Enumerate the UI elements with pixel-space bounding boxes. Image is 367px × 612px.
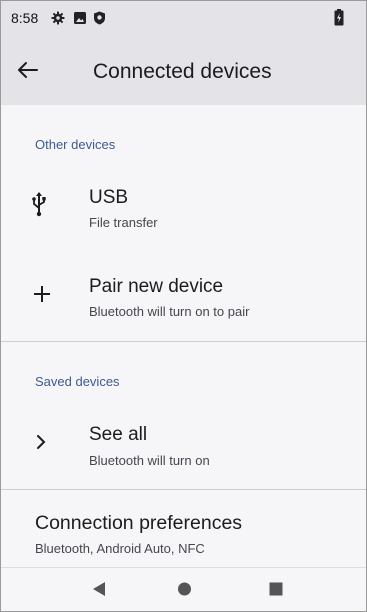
- pair-new-device-subtitle: Bluetooth will turn on to pair: [89, 304, 250, 319]
- status-bar: 8:58: [1, 1, 366, 35]
- divider: [1, 341, 366, 342]
- section-header-other-devices: Other devices: [35, 137, 116, 152]
- navigation-bar: [1, 567, 366, 611]
- section-header-saved-devices: Saved devices: [35, 374, 120, 389]
- list-item-see-all[interactable]: See all Bluetooth will turn on: [1, 411, 366, 481]
- status-time: 8:58: [11, 10, 39, 26]
- see-all-subtitle: Bluetooth will turn on: [89, 453, 210, 468]
- divider: [1, 489, 366, 490]
- usb-title: USB: [89, 187, 129, 208]
- list-item-usb[interactable]: USB File transfer: [1, 173, 366, 243]
- page-title: Connected devices: [93, 60, 272, 83]
- arrow-back-icon[interactable]: [15, 59, 41, 81]
- home-circle-icon[interactable]: [177, 581, 192, 602]
- plus-icon: [33, 285, 51, 308]
- connection-preferences-subtitle: Bluetooth, Android Auto, NFC: [35, 541, 205, 556]
- photo-icon: [73, 11, 87, 30]
- battery-charging-icon: [334, 9, 344, 31]
- app-bar: Connected devices: [1, 35, 366, 105]
- usb-subtitle: File transfer: [89, 215, 158, 230]
- see-all-title: See all: [89, 424, 148, 445]
- recents-square-icon[interactable]: [269, 581, 283, 602]
- usb-icon: [31, 191, 47, 222]
- settings-gear-icon: [51, 11, 65, 30]
- list-item-pair-new-device[interactable]: Pair new device Bluetooth will turn on t…: [1, 263, 366, 335]
- phone-screen: 8:58 Connected devices Other devices USB…: [0, 0, 367, 612]
- chevron-right-icon: [35, 433, 47, 456]
- connection-preferences-title: Connection preferences: [35, 512, 243, 534]
- list-item-connection-preferences[interactable]: Connection preferences Bluetooth, Androi…: [1, 501, 366, 563]
- back-triangle-icon[interactable]: [92, 581, 106, 602]
- shield-icon: [93, 11, 106, 30]
- pair-new-device-title: Pair new device: [89, 276, 224, 297]
